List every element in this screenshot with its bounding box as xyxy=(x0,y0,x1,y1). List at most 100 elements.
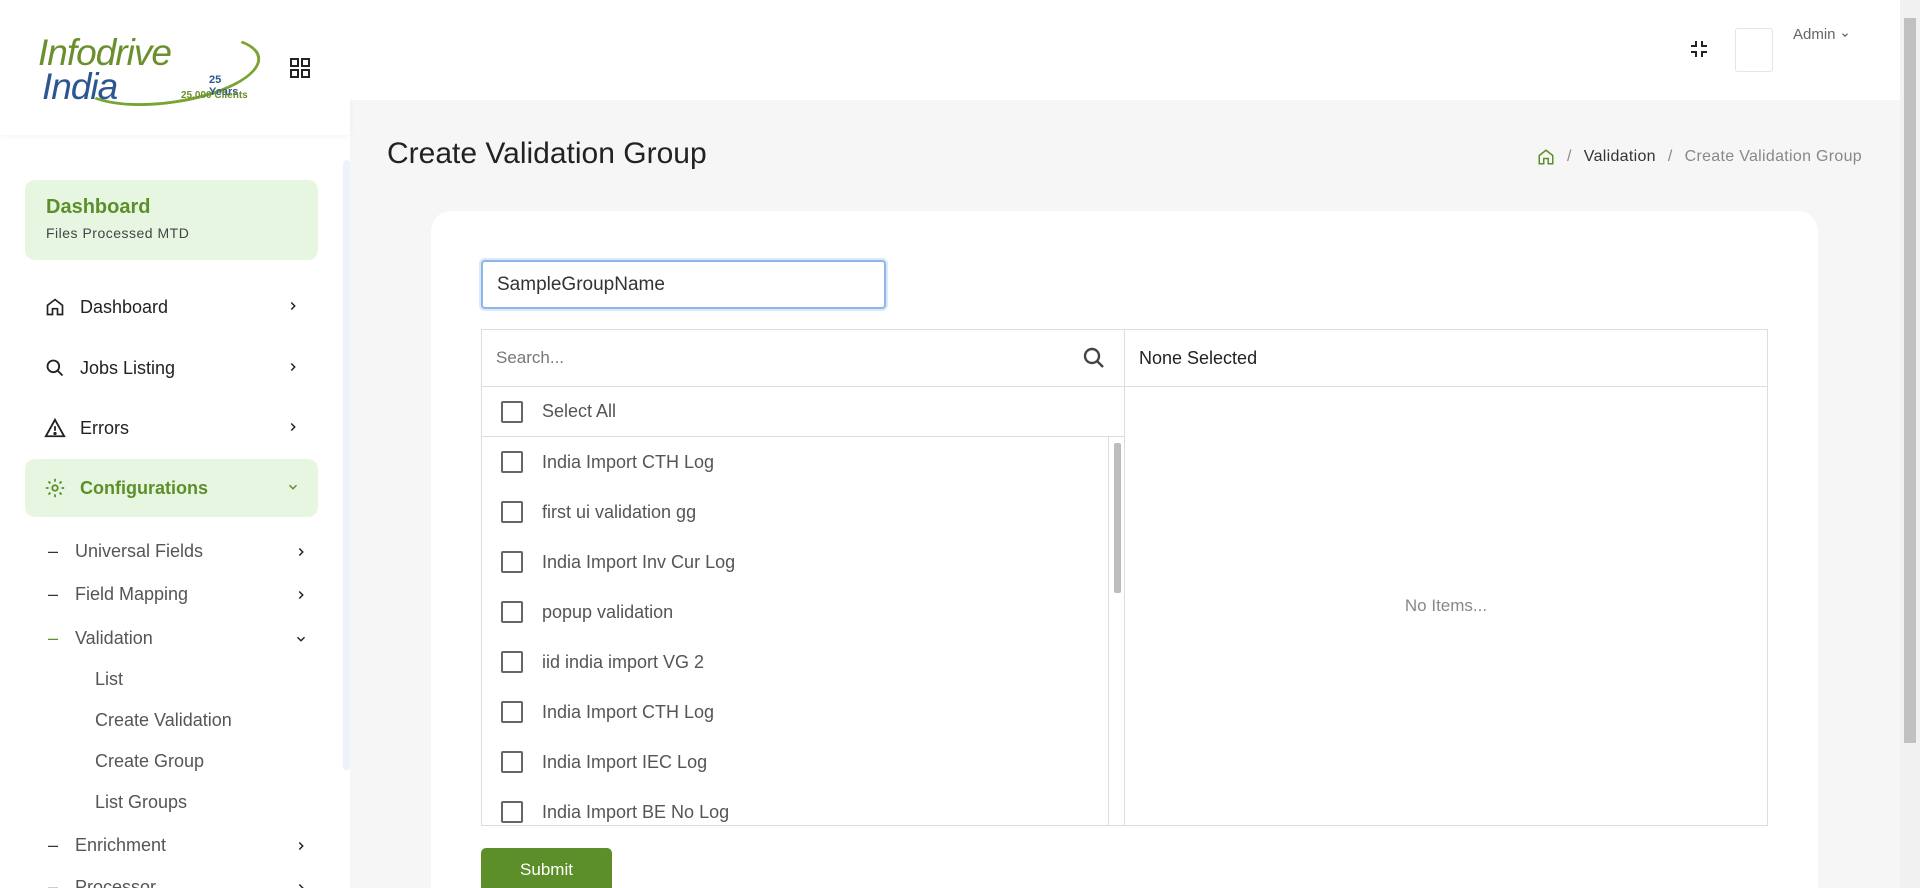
grid-menu-icon[interactable] xyxy=(288,56,312,80)
dashboard-card-subtitle: Files Processed MTD xyxy=(46,225,190,241)
item-label: iid india import VG 2 xyxy=(542,651,705,672)
dashboard-card-title: Dashboard xyxy=(46,196,151,218)
home-icon xyxy=(44,296,66,318)
dash-marker: – xyxy=(48,876,59,888)
item-checkbox[interactable] xyxy=(501,801,523,823)
warning-icon xyxy=(44,417,66,439)
search-input[interactable] xyxy=(482,330,1072,386)
user-menu[interactable]: Admin xyxy=(1793,26,1850,43)
breadcrumb-separator: / xyxy=(1667,148,1673,165)
breadcrumb-validation[interactable]: Validation xyxy=(1584,148,1656,166)
sidebar-subitem-universal-fields[interactable]: – Universal Fields xyxy=(48,534,308,568)
list-item[interactable]: India Import Inv Cur Log xyxy=(482,537,1124,587)
chevron-right-icon xyxy=(298,883,304,888)
logo-area: Infodrive India 25 Years 25,000 Clients xyxy=(0,0,350,135)
subitem-label: Validation xyxy=(75,627,153,648)
chevron-down-icon xyxy=(296,636,306,642)
subitem-label: Field Mapping xyxy=(75,583,189,604)
chevron-right-icon xyxy=(290,362,296,372)
page-title: Create Validation Group xyxy=(387,137,707,170)
selected-header: None Selected xyxy=(1125,330,1767,387)
exit-fullscreen-icon[interactable] xyxy=(1687,37,1711,61)
sidebar-item-label: Configurations xyxy=(80,477,208,498)
dual-listbox: Select All India Import CTH Log first ui… xyxy=(481,329,1768,826)
page-scrollbar-thumb[interactable] xyxy=(1904,18,1916,743)
item-checkbox[interactable] xyxy=(501,601,523,623)
chevron-down-icon xyxy=(1841,32,1848,37)
sidebar-scrollbar[interactable] xyxy=(343,160,350,770)
sidebar-validation-create-validation[interactable]: Create Validation xyxy=(95,710,232,731)
sidebar-validation-create-group[interactable]: Create Group xyxy=(95,751,204,772)
sidebar-item-errors[interactable]: Errors xyxy=(25,399,318,457)
item-checkbox[interactable] xyxy=(501,701,523,723)
gear-icon xyxy=(44,477,66,499)
home-icon[interactable] xyxy=(1537,148,1555,166)
dash-marker: – xyxy=(48,583,59,604)
search-row xyxy=(482,330,1124,387)
sidebar-subitem-field-mapping[interactable]: – Field Mapping xyxy=(48,577,308,611)
subitem-label: Enrichment xyxy=(75,834,167,855)
item-checkbox[interactable] xyxy=(501,551,523,573)
chevron-down-icon xyxy=(288,484,298,490)
sidebar-item-label: Errors xyxy=(80,417,129,438)
chevron-right-icon xyxy=(298,590,304,600)
item-checkbox[interactable] xyxy=(501,751,523,773)
item-label: popup validation xyxy=(542,601,674,622)
list-item[interactable]: India Import BE No Log xyxy=(482,787,1124,825)
group-name-input[interactable] xyxy=(481,260,886,309)
subitem-label: Universal Fields xyxy=(75,540,204,561)
avatar[interactable] xyxy=(1735,28,1773,72)
chevron-right-icon xyxy=(290,301,296,311)
list-item[interactable]: first ui validation gg xyxy=(482,487,1124,537)
sidebar-item-configurations[interactable]: Configurations xyxy=(25,459,318,517)
item-label: India Import BE No Log xyxy=(542,801,730,822)
item-label: first ui validation gg xyxy=(542,501,697,522)
list-item[interactable]: popup validation xyxy=(482,587,1124,637)
item-label: India Import CTH Log xyxy=(542,451,715,472)
item-checkbox[interactable] xyxy=(501,501,523,523)
sidebar-validation-list[interactable]: List xyxy=(95,669,123,690)
item-checkbox[interactable] xyxy=(501,451,523,473)
subitem-label: Processor xyxy=(75,876,157,888)
chevron-right-icon xyxy=(298,841,304,851)
item-label: India Import Inv Cur Log xyxy=(542,551,736,572)
submit-button[interactable]: Submit xyxy=(481,848,612,888)
sidebar-item-label: Jobs Listing xyxy=(80,357,176,378)
chevron-right-icon xyxy=(298,547,304,557)
sidebar: Infodrive India 25 Years 25,000 Clients … xyxy=(0,0,350,888)
dashboard-summary-card[interactable]: Dashboard Files Processed MTD xyxy=(25,180,318,260)
selected-list-pane: None Selected No Items... xyxy=(1125,330,1767,825)
item-checkbox[interactable] xyxy=(501,651,523,673)
user-name: Admin xyxy=(1793,26,1836,43)
sidebar-subitem-enrichment[interactable]: – Enrichment xyxy=(48,828,308,862)
chevron-right-icon xyxy=(290,422,296,432)
select-all-row[interactable]: Select All xyxy=(482,387,1124,437)
search-icon[interactable] xyxy=(1082,346,1106,370)
list-scrollbar-thumb[interactable] xyxy=(1114,443,1121,593)
list-scrollbar[interactable] xyxy=(1108,437,1124,825)
company-logo[interactable]: Infodrive India 25 Years 25,000 Clients xyxy=(36,23,265,117)
selected-empty-message: No Items... xyxy=(1404,596,1488,615)
select-all-label: Select All xyxy=(542,401,617,421)
sidebar-validation-list-groups[interactable]: List Groups xyxy=(95,792,187,813)
list-item[interactable]: India Import IEC Log xyxy=(482,737,1124,787)
breadcrumb-current: Create Validation Group xyxy=(1684,148,1862,165)
list-item[interactable]: iid india import VG 2 xyxy=(482,637,1124,687)
sidebar-subitem-processor[interactable]: – Processor xyxy=(48,870,308,888)
sidebar-subitem-validation[interactable]: – Validation xyxy=(48,621,308,655)
list-item[interactable]: India Import CTH Log xyxy=(482,687,1124,737)
select-all-checkbox[interactable] xyxy=(501,400,523,423)
breadcrumb: / Validation / Create Validation Group xyxy=(1537,148,1862,166)
logo-clients: 25,000 Clients xyxy=(181,90,248,101)
sidebar-item-jobs-listing[interactable]: Jobs Listing xyxy=(25,339,318,397)
dash-marker: – xyxy=(48,834,59,855)
item-label: India Import IEC Log xyxy=(542,751,708,772)
sidebar-item-dashboard[interactable]: Dashboard xyxy=(25,278,318,336)
breadcrumb-separator: / xyxy=(1567,148,1572,165)
topbar xyxy=(350,0,1900,100)
page-scrollbar[interactable] xyxy=(1900,0,1920,888)
available-items-list: India Import CTH Log first ui validation… xyxy=(482,437,1124,825)
dash-marker: – xyxy=(48,627,59,648)
list-item[interactable]: India Import CTH Log xyxy=(482,437,1124,487)
dash-marker: – xyxy=(48,540,59,561)
